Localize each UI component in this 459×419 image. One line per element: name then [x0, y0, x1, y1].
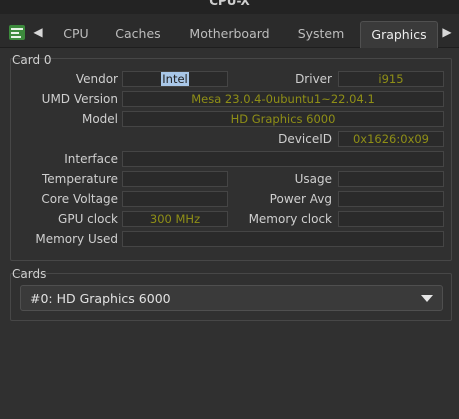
title-bar[interactable]: CPU-X: [0, 0, 459, 14]
tab-graphics[interactable]: Graphics: [360, 21, 438, 48]
tab-caches[interactable]: Caches: [109, 21, 167, 48]
window-title: CPU-X: [209, 0, 250, 8]
driver-field[interactable]: i915: [338, 71, 444, 87]
cards-group-title: Cards: [12, 267, 47, 281]
power-avg-field[interactable]: [338, 191, 444, 207]
umd-version-field[interactable]: Mesa 23.0.4-0ubuntu1~22.04.1: [122, 91, 444, 107]
core-voltage-label: Core Voltage: [41, 192, 118, 206]
core-voltage-field[interactable]: [122, 191, 228, 207]
tab-system[interactable]: System: [291, 21, 351, 48]
model-field[interactable]: HD Graphics 6000: [122, 111, 444, 127]
interface-field[interactable]: [122, 151, 444, 167]
vendor-value: Intel: [161, 72, 189, 86]
card-group-title: Card 0: [12, 53, 52, 67]
gpu-clock-label: GPU clock: [58, 212, 118, 226]
graphics-panel: Card 0 Vendor Intel Driver i915 UMD Vers…: [0, 48, 459, 419]
memory-clock-field[interactable]: [338, 211, 444, 227]
vendor-label: Vendor: [75, 72, 118, 86]
memory-used-label: Memory Used: [35, 232, 118, 246]
tab-scroll-right-icon[interactable]: ▶: [440, 24, 454, 40]
model-label: Model: [81, 112, 118, 126]
power-avg-label: Power Avg: [269, 192, 332, 206]
vendor-field[interactable]: Intel: [122, 71, 228, 87]
umd-version-label: UMD Version: [41, 92, 118, 106]
device-id-label: DeviceID: [278, 132, 332, 146]
card-select-value: #0: HD Graphics 6000: [30, 291, 171, 306]
dropdown-arrow-icon: [421, 295, 433, 302]
interface-label: Interface: [64, 152, 118, 166]
usage-label: Usage: [294, 172, 332, 186]
gpu-clock-field[interactable]: 300 MHz: [122, 211, 228, 227]
temperature-field[interactable]: [122, 171, 228, 187]
cpu-x-window: CPU-X ◀ CPU Caches Motherboard System Gr…: [0, 0, 459, 419]
card-select-dropdown[interactable]: #0: HD Graphics 6000: [20, 285, 443, 311]
app-icon: [9, 25, 25, 40]
temperature-label: Temperature: [41, 172, 118, 186]
usage-field[interactable]: [338, 171, 444, 187]
memory-clock-label: Memory clock: [248, 212, 332, 226]
tab-motherboard[interactable]: Motherboard: [182, 21, 277, 48]
tab-cpu[interactable]: CPU: [53, 21, 99, 48]
driver-label: Driver: [295, 72, 332, 86]
device-id-field[interactable]: 0x1626:0x09: [338, 131, 444, 147]
memory-used-field[interactable]: [122, 231, 444, 247]
tab-scroll-left-icon[interactable]: ◀: [31, 24, 45, 40]
tab-bar: ◀ CPU Caches Motherboard System Graphics…: [0, 14, 459, 48]
